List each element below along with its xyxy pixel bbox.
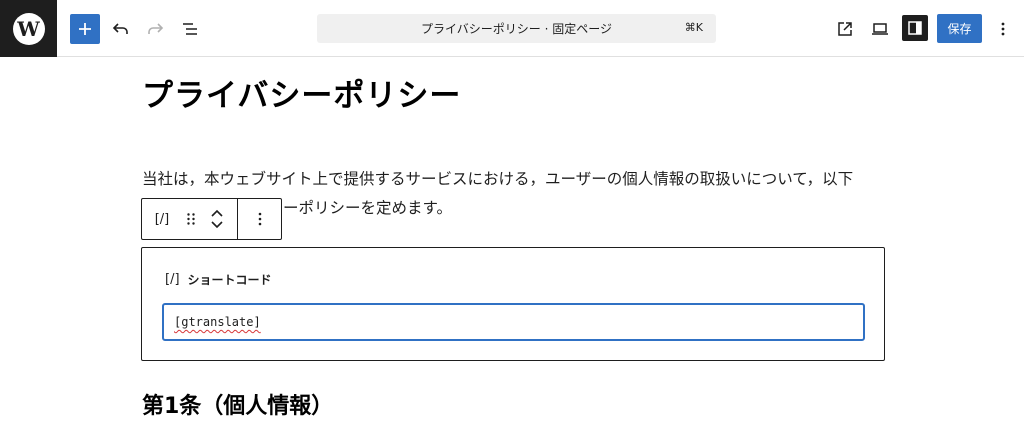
more-vertical-icon bbox=[1001, 22, 1005, 36]
undo-icon bbox=[112, 23, 128, 34]
block-options-button[interactable] bbox=[238, 199, 281, 239]
chevron-down-icon[interactable] bbox=[210, 220, 224, 229]
wordpress-logo-icon: W bbox=[12, 12, 45, 45]
page-title[interactable]: プライバシーポリシー bbox=[142, 70, 461, 115]
more-vertical-icon bbox=[258, 212, 261, 226]
block-mover bbox=[200, 209, 234, 229]
list-view-icon bbox=[183, 23, 197, 35]
command-shortcut: ⌘K bbox=[684, 21, 703, 34]
drag-handle-icon bbox=[187, 213, 195, 225]
sidebar-icon bbox=[908, 21, 922, 35]
heading-block[interactable]: 第1条（個人情報） bbox=[142, 388, 333, 420]
view-page-button[interactable] bbox=[830, 14, 860, 44]
wordpress-logo[interactable]: W bbox=[0, 0, 57, 57]
paragraph-line-1: 当社は，本ウェブサイト上で提供するサービスにおける，ユーザーの個人情報の取扱いに… bbox=[142, 170, 854, 188]
shortcode-input[interactable]: [gtranslate] bbox=[162, 303, 865, 341]
save-button[interactable]: 保存 bbox=[937, 14, 982, 43]
add-block-button[interactable] bbox=[70, 14, 100, 44]
settings-sidebar-button[interactable] bbox=[902, 15, 928, 41]
drag-handle[interactable] bbox=[182, 212, 200, 226]
external-link-icon bbox=[838, 22, 852, 36]
block-toolbar: [/] bbox=[141, 198, 282, 240]
block-type-switcher[interactable]: [/] bbox=[142, 212, 182, 227]
shortcode-block-label: [/] ショートコード bbox=[165, 271, 272, 288]
document-title: プライバシーポリシー · 固定ページ bbox=[421, 22, 612, 36]
chevron-up-icon[interactable] bbox=[210, 209, 224, 218]
redo-icon bbox=[148, 23, 164, 34]
options-button[interactable] bbox=[988, 14, 1018, 44]
shortcode-label-text: ショートコード bbox=[187, 273, 272, 287]
undo-button[interactable] bbox=[106, 14, 136, 44]
editor-top-toolbar: W プライバシーポリシー · 固定ページ ⌘K 保存 bbox=[0, 0, 1024, 57]
block-toolbar-main-group: [/] bbox=[142, 199, 238, 239]
desktop-preview-icon bbox=[872, 23, 888, 35]
shortcode-input-value: [gtranslate] bbox=[174, 315, 261, 329]
shortcode-icon: [/] bbox=[165, 272, 180, 287]
redo-button[interactable] bbox=[140, 14, 170, 44]
plus-icon bbox=[79, 23, 91, 35]
document-title-bar[interactable]: プライバシーポリシー · 固定ページ ⌘K bbox=[317, 14, 716, 43]
list-view-button[interactable] bbox=[175, 14, 205, 44]
preview-button[interactable] bbox=[865, 14, 895, 44]
shortcode-block[interactable]: [/] ショートコード [gtranslate] bbox=[141, 247, 885, 361]
